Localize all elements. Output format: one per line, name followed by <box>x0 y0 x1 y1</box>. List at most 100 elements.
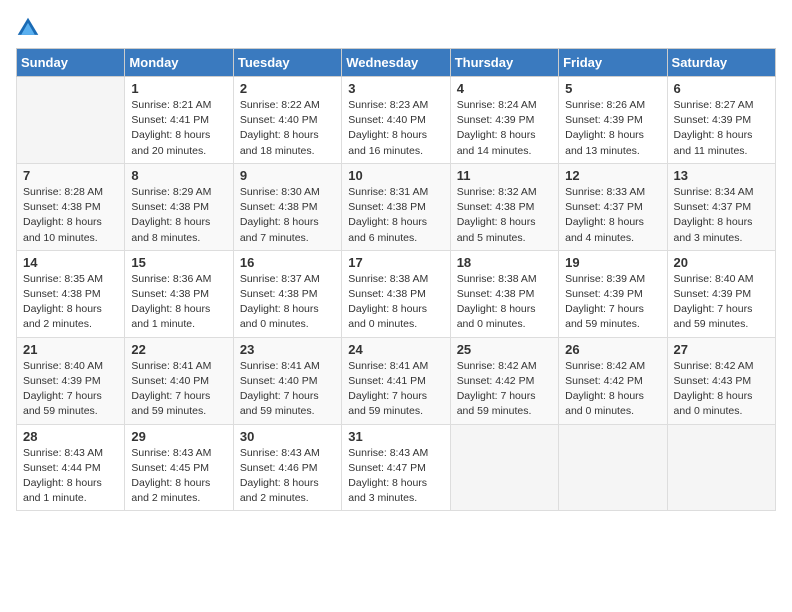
day-number: 11 <box>457 168 552 183</box>
calendar-cell <box>667 424 775 511</box>
weekday-header: Wednesday <box>342 49 450 77</box>
day-number: 1 <box>131 81 226 96</box>
day-info: Sunrise: 8:23 AM Sunset: 4:40 PM Dayligh… <box>348 98 443 159</box>
day-info: Sunrise: 8:29 AM Sunset: 4:38 PM Dayligh… <box>131 185 226 246</box>
day-info: Sunrise: 8:31 AM Sunset: 4:38 PM Dayligh… <box>348 185 443 246</box>
calendar-cell: 11 Sunrise: 8:32 AM Sunset: 4:38 PM Dayli… <box>450 163 558 250</box>
day-info: Sunrise: 8:28 AM Sunset: 4:38 PM Dayligh… <box>23 185 118 246</box>
day-number: 23 <box>240 342 335 357</box>
calendar-cell: 13 Sunrise: 8:34 AM Sunset: 4:37 PM Dayli… <box>667 163 775 250</box>
day-number: 16 <box>240 255 335 270</box>
day-number: 14 <box>23 255 118 270</box>
day-info: Sunrise: 8:42 AM Sunset: 4:42 PM Dayligh… <box>565 359 660 420</box>
calendar-cell: 18 Sunrise: 8:38 AM Sunset: 4:38 PM Dayli… <box>450 250 558 337</box>
calendar-cell: 6Sunrise: 8:27 AM Sunset: 4:39 PM Daylig… <box>667 77 775 164</box>
calendar-cell: 31Sunrise: 8:43 AM Sunset: 4:47 PM Dayli… <box>342 424 450 511</box>
day-number: 26 <box>565 342 660 357</box>
weekday-header-row: SundayMondayTuesdayWednesdayThursdayFrid… <box>17 49 776 77</box>
day-info: Sunrise: 8:42 AM Sunset: 4:43 PM Dayligh… <box>674 359 769 420</box>
calendar-cell: 20Sunrise: 8:40 AM Sunset: 4:39 PM Dayli… <box>667 250 775 337</box>
day-info: Sunrise: 8:41 AM Sunset: 4:40 PM Dayligh… <box>131 359 226 420</box>
calendar-cell: 7 Sunrise: 8:28 AM Sunset: 4:38 PM Daylig… <box>17 163 125 250</box>
calendar-week-row: 1 Sunrise: 8:21 AM Sunset: 4:41 PM Daylig… <box>17 77 776 164</box>
weekday-header: Thursday <box>450 49 558 77</box>
day-info: Sunrise: 8:34 AM Sunset: 4:37 PM Dayligh… <box>674 185 769 246</box>
day-number: 20 <box>674 255 769 270</box>
page-header <box>16 16 776 40</box>
calendar-week-row: 7 Sunrise: 8:28 AM Sunset: 4:38 PM Daylig… <box>17 163 776 250</box>
calendar-cell: 24 Sunrise: 8:41 AM Sunset: 4:41 PM Dayli… <box>342 337 450 424</box>
weekday-header: Sunday <box>17 49 125 77</box>
day-number: 25 <box>457 342 552 357</box>
calendar-cell: 12 Sunrise: 8:33 AM Sunset: 4:37 PM Dayli… <box>559 163 667 250</box>
day-info: Sunrise: 8:43 AM Sunset: 4:47 PM Dayligh… <box>348 446 443 507</box>
calendar-cell: 14 Sunrise: 8:35 AM Sunset: 4:38 PM Dayli… <box>17 250 125 337</box>
calendar-cell: 9Sunrise: 8:30 AM Sunset: 4:38 PM Daylig… <box>233 163 341 250</box>
day-info: Sunrise: 8:36 AM Sunset: 4:38 PM Dayligh… <box>131 272 226 333</box>
calendar-cell: 4 Sunrise: 8:24 AM Sunset: 4:39 PM Daylig… <box>450 77 558 164</box>
day-number: 10 <box>348 168 443 183</box>
day-number: 7 <box>23 168 118 183</box>
day-number: 19 <box>565 255 660 270</box>
day-number: 27 <box>674 342 769 357</box>
day-info: Sunrise: 8:32 AM Sunset: 4:38 PM Dayligh… <box>457 185 552 246</box>
calendar-week-row: 14 Sunrise: 8:35 AM Sunset: 4:38 PM Dayli… <box>17 250 776 337</box>
calendar-cell: 22Sunrise: 8:41 AM Sunset: 4:40 PM Dayli… <box>125 337 233 424</box>
calendar-cell <box>559 424 667 511</box>
calendar-cell: 27 Sunrise: 8:42 AM Sunset: 4:43 PM Dayli… <box>667 337 775 424</box>
calendar-cell: 16 Sunrise: 8:37 AM Sunset: 4:38 PM Dayli… <box>233 250 341 337</box>
day-info: Sunrise: 8:43 AM Sunset: 4:45 PM Dayligh… <box>131 446 226 507</box>
day-number: 3 <box>348 81 443 96</box>
day-info: Sunrise: 8:42 AM Sunset: 4:42 PM Dayligh… <box>457 359 552 420</box>
logo <box>16 16 44 40</box>
day-number: 17 <box>348 255 443 270</box>
calendar-cell: 25 Sunrise: 8:42 AM Sunset: 4:42 PM Dayli… <box>450 337 558 424</box>
calendar-cell: 23Sunrise: 8:41 AM Sunset: 4:40 PM Dayli… <box>233 337 341 424</box>
day-number: 30 <box>240 429 335 444</box>
calendar-week-row: 21 Sunrise: 8:40 AM Sunset: 4:39 PM Dayli… <box>17 337 776 424</box>
day-number: 2 <box>240 81 335 96</box>
calendar-cell: 2 Sunrise: 8:22 AM Sunset: 4:40 PM Daylig… <box>233 77 341 164</box>
day-info: Sunrise: 8:43 AM Sunset: 4:44 PM Dayligh… <box>23 446 118 507</box>
day-number: 6 <box>674 81 769 96</box>
day-info: Sunrise: 8:38 AM Sunset: 4:38 PM Dayligh… <box>457 272 552 333</box>
day-number: 18 <box>457 255 552 270</box>
day-number: 8 <box>131 168 226 183</box>
day-info: Sunrise: 8:35 AM Sunset: 4:38 PM Dayligh… <box>23 272 118 333</box>
day-info: Sunrise: 8:26 AM Sunset: 4:39 PM Dayligh… <box>565 98 660 159</box>
calendar-body: 1 Sunrise: 8:21 AM Sunset: 4:41 PM Daylig… <box>17 77 776 511</box>
day-info: Sunrise: 8:39 AM Sunset: 4:39 PM Dayligh… <box>565 272 660 333</box>
calendar-cell: 8 Sunrise: 8:29 AM Sunset: 4:38 PM Daylig… <box>125 163 233 250</box>
day-info: Sunrise: 8:30 AM Sunset: 4:38 PM Dayligh… <box>240 185 335 246</box>
calendar-cell: 1 Sunrise: 8:21 AM Sunset: 4:41 PM Daylig… <box>125 77 233 164</box>
day-number: 21 <box>23 342 118 357</box>
day-number: 12 <box>565 168 660 183</box>
calendar-cell: 17 Sunrise: 8:38 AM Sunset: 4:38 PM Dayli… <box>342 250 450 337</box>
day-info: Sunrise: 8:37 AM Sunset: 4:38 PM Dayligh… <box>240 272 335 333</box>
day-info: Sunrise: 8:21 AM Sunset: 4:41 PM Dayligh… <box>131 98 226 159</box>
calendar-cell: 30Sunrise: 8:43 AM Sunset: 4:46 PM Dayli… <box>233 424 341 511</box>
day-number: 13 <box>674 168 769 183</box>
calendar-cell <box>17 77 125 164</box>
calendar-cell: 3 Sunrise: 8:23 AM Sunset: 4:40 PM Daylig… <box>342 77 450 164</box>
calendar-cell: 19 Sunrise: 8:39 AM Sunset: 4:39 PM Dayli… <box>559 250 667 337</box>
calendar-cell: 28Sunrise: 8:43 AM Sunset: 4:44 PM Dayli… <box>17 424 125 511</box>
day-number: 4 <box>457 81 552 96</box>
day-info: Sunrise: 8:22 AM Sunset: 4:40 PM Dayligh… <box>240 98 335 159</box>
logo-icon <box>16 16 40 40</box>
day-info: Sunrise: 8:24 AM Sunset: 4:39 PM Dayligh… <box>457 98 552 159</box>
day-info: Sunrise: 8:33 AM Sunset: 4:37 PM Dayligh… <box>565 185 660 246</box>
calendar: SundayMondayTuesdayWednesdayThursdayFrid… <box>16 48 776 511</box>
day-info: Sunrise: 8:40 AM Sunset: 4:39 PM Dayligh… <box>23 359 118 420</box>
weekday-header: Monday <box>125 49 233 77</box>
weekday-header: Saturday <box>667 49 775 77</box>
day-info: Sunrise: 8:38 AM Sunset: 4:38 PM Dayligh… <box>348 272 443 333</box>
day-number: 24 <box>348 342 443 357</box>
calendar-cell: 5Sunrise: 8:26 AM Sunset: 4:39 PM Daylig… <box>559 77 667 164</box>
weekday-header: Friday <box>559 49 667 77</box>
day-info: Sunrise: 8:41 AM Sunset: 4:41 PM Dayligh… <box>348 359 443 420</box>
day-number: 15 <box>131 255 226 270</box>
calendar-cell: 21 Sunrise: 8:40 AM Sunset: 4:39 PM Dayli… <box>17 337 125 424</box>
weekday-header: Tuesday <box>233 49 341 77</box>
calendar-cell: 10 Sunrise: 8:31 AM Sunset: 4:38 PM Dayli… <box>342 163 450 250</box>
